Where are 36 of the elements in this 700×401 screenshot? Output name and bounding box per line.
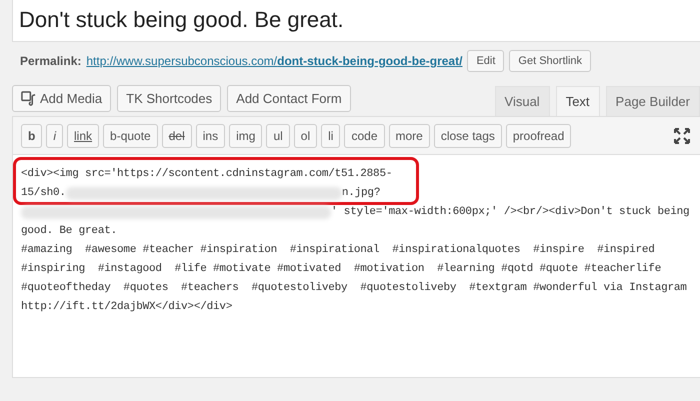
media-button[interactable]: TK Shortcodes xyxy=(117,85,222,112)
code-text: ' style='max-width:600px;' /><br/><div>Don't stuck being xyxy=(331,205,690,220)
quicktag-button[interactable]: ins xyxy=(196,124,226,148)
quicktag-button[interactable]: li xyxy=(321,124,340,148)
quicktag-button[interactable]: more xyxy=(388,124,430,148)
quicktag-button[interactable]: link xyxy=(67,124,100,148)
title-field[interactable]: Don't stuck being good. Be great. xyxy=(12,0,700,42)
permalink-button[interactable]: Get Shortlink xyxy=(509,50,592,72)
quicktag-button[interactable]: b-quote xyxy=(103,124,158,148)
quicktag-button[interactable]: close tags xyxy=(434,124,502,148)
editor-tab[interactable]: Page Builder xyxy=(606,86,700,116)
media-button[interactable]: Add Contact Form xyxy=(227,85,351,112)
permalink-label: Permalink: xyxy=(20,54,82,68)
quicktag-button[interactable]: i xyxy=(46,124,64,148)
code-text: <div><img src='https://scontent.cdninstagram.com/t51.2885- xyxy=(21,167,392,182)
permalink-link[interactable]: http://www.supersubconscious.com/dont-stuck-being-good-be-great/ xyxy=(86,54,462,68)
editor-tab[interactable]: Text xyxy=(556,86,600,116)
code-text: 15/sh0. xyxy=(21,186,66,201)
media-icon xyxy=(21,91,36,106)
code-text: http://ift.tt/2dajbWX</div></div> xyxy=(21,300,232,315)
code-text: #inspiring #instagood #life #motivate #motivated #motivation #learning #qotd #quote #teacherlife xyxy=(21,262,662,277)
quicktag-button[interactable]: proofread xyxy=(506,124,572,148)
fullscreen-icon[interactable] xyxy=(674,128,690,144)
quicktag-button[interactable]: del xyxy=(162,124,192,148)
code-text: #amazing #awesome #teacher #inspiration #inspirational #inspirationalquotes #inspire #inspired xyxy=(21,243,655,258)
code-text: good. Be great. xyxy=(21,224,118,239)
media-button[interactable]: Add Media xyxy=(12,85,112,112)
quicktag-button[interactable]: img xyxy=(229,124,262,148)
quicktag-button[interactable]: b xyxy=(21,124,42,148)
quicktag-button[interactable]: code xyxy=(344,124,384,148)
quicktag-button[interactable]: ul xyxy=(266,124,290,148)
code-text: n.jpg? xyxy=(342,186,380,201)
quicktag-button[interactable]: ol xyxy=(294,124,318,148)
code-text: #quoteoftheday #quotes #teachers #quotestoliveby #quotestoliveby #textgram #wonderful via Instagram xyxy=(21,281,687,296)
permalink-button[interactable]: Edit xyxy=(467,50,504,72)
editor-tab[interactable]: Visual xyxy=(494,86,550,116)
